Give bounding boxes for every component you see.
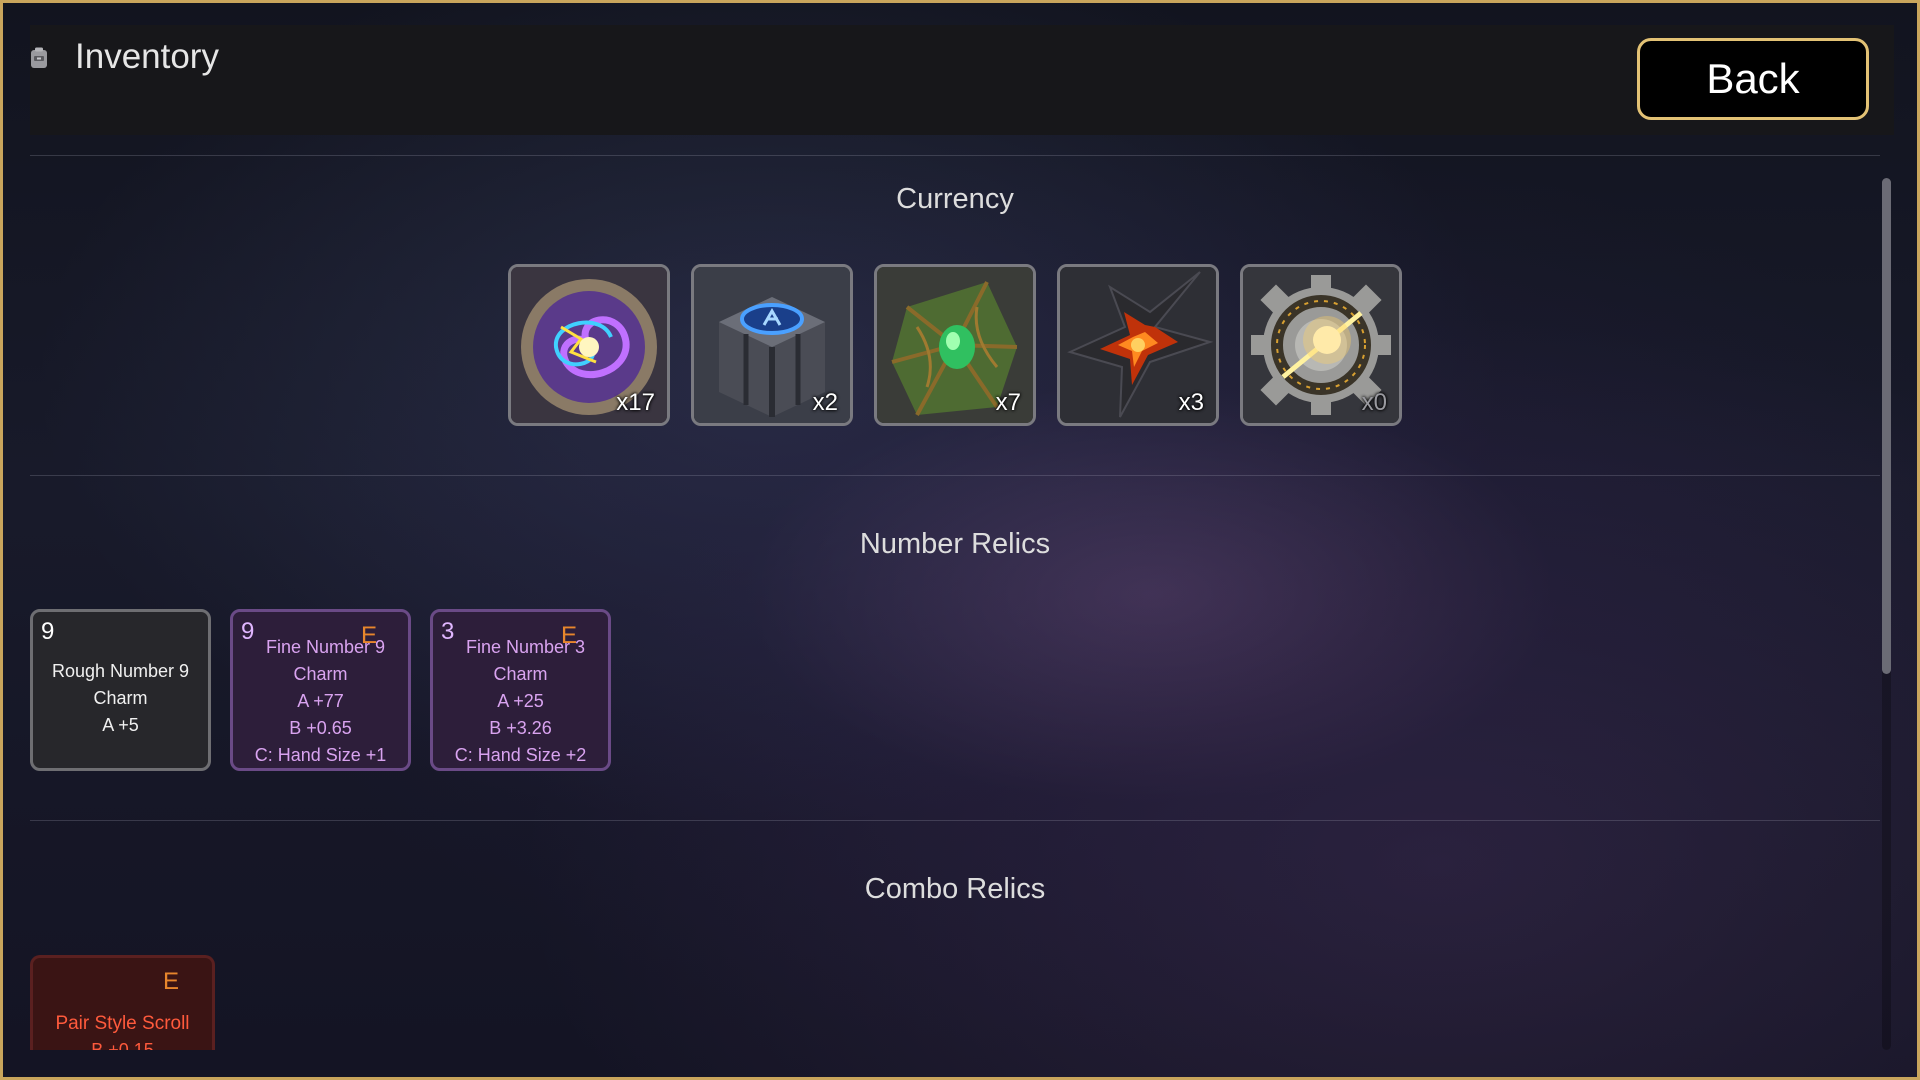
currency-count: x7 — [995, 389, 1021, 416]
relic-name: Fine Number 9 — [265, 637, 386, 657]
section-divider — [30, 155, 1880, 156]
relic-stat: A +25 — [497, 691, 544, 711]
relic-type: Charm — [293, 664, 348, 684]
relic-stat: B +3.26 — [489, 718, 552, 738]
currency-slot[interactable]: x7 — [874, 264, 1036, 426]
relic-grade: E — [163, 968, 180, 995]
section-divider — [30, 475, 1880, 476]
inventory-header — [30, 25, 1894, 135]
relic-type: Charm — [93, 688, 148, 708]
number-relic-card[interactable]: 9 Rough Number 9 Charm A +5 — [30, 609, 211, 771]
page-title: Inventory — [75, 37, 219, 76]
currency-count: x2 — [812, 389, 838, 416]
currency-count: x17 — [616, 389, 655, 416]
inventory-bag-icon — [31, 47, 47, 68]
game-frame: Inventory Back Currency x17 x2 x7 x3 x0 … — [0, 0, 1920, 1080]
currency-slot[interactable]: x2 — [691, 264, 853, 426]
currency-slot[interactable]: x3 — [1057, 264, 1219, 426]
relic-stat: B +0.15 — [91, 1040, 154, 1050]
number-relic-card[interactable]: 3 E Fine Number 3 Charm A +25 B +3.26 C:… — [430, 609, 611, 771]
relic-stat: C: Hand Size +1 — [254, 745, 387, 765]
relic-name: Pair Style Scroll — [55, 1013, 190, 1034]
number-relics-section-title: Number Relics — [859, 528, 1051, 560]
combo-relic-card[interactable]: E Pair Style Scroll B +0.15 — [30, 955, 215, 1050]
relic-stat: A +5 — [102, 715, 139, 735]
currency-slot[interactable]: x0 — [1240, 264, 1402, 426]
currency-count: x0 — [1361, 389, 1387, 416]
relic-stat: B +0.65 — [289, 718, 352, 738]
back-button[interactable]: Back — [1637, 38, 1869, 120]
number-relic-card[interactable]: 9 E Fine Number 9 Charm A +77 B +0.65 C:… — [230, 609, 411, 771]
currency-slot[interactable]: x17 — [508, 264, 670, 426]
combo-relics-section-title: Combo Relics — [864, 873, 1046, 905]
currency-count: x3 — [1178, 389, 1204, 416]
scrollbar-thumb[interactable] — [1882, 178, 1891, 674]
relic-stat: C: Hand Size +2 — [454, 745, 587, 765]
relic-number: 9 — [41, 618, 55, 645]
scrollbar[interactable] — [1882, 178, 1891, 1050]
currency-section-title: Currency — [896, 183, 1014, 215]
relic-type: Charm — [493, 664, 548, 684]
section-divider — [30, 820, 1880, 821]
relic-name: Fine Number 3 — [465, 637, 586, 657]
relic-stat: A +77 — [297, 691, 344, 711]
relic-name: Rough Number 9 — [51, 661, 190, 681]
